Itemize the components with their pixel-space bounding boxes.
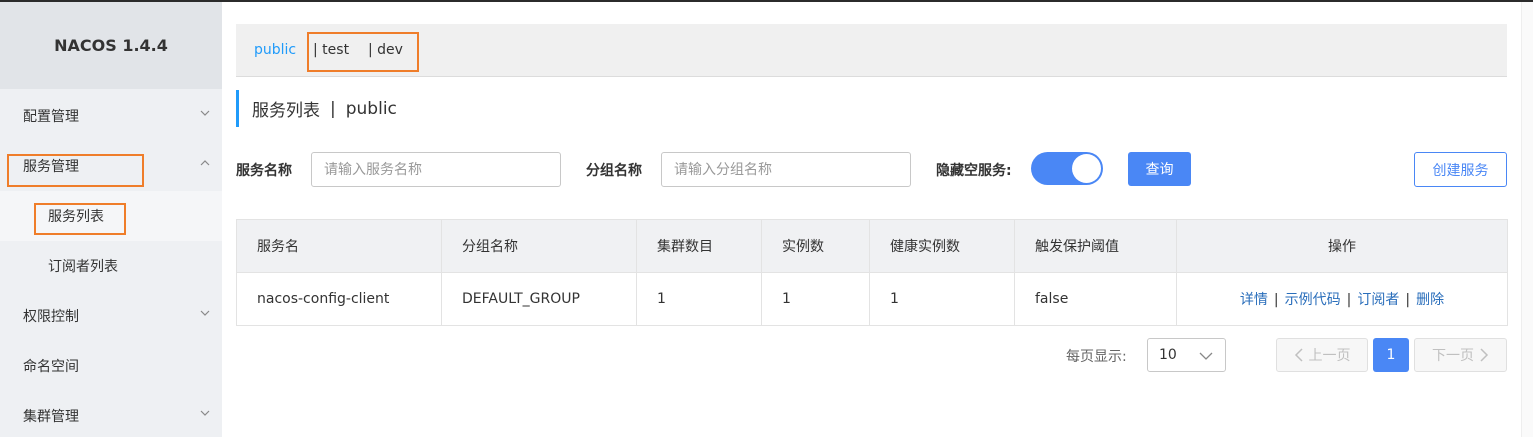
create-service-button[interactable]: 创建服务 — [1414, 152, 1507, 187]
service-name-input[interactable] — [311, 152, 561, 187]
highlight-box-namespaces — [307, 32, 419, 72]
highlight-box-service-list — [34, 203, 126, 235]
sidebar-item-config[interactable]: 配置管理 — [0, 91, 222, 141]
main-content: public | test | dev 服务列表 | public 服务名称 分… — [222, 2, 1533, 437]
chevron-down-icon — [1199, 352, 1213, 360]
prev-page-button[interactable]: 上一页 — [1276, 338, 1368, 372]
highlight-box-service-menu — [7, 154, 144, 187]
sidebar-subitem-label: 订阅者列表 — [48, 259, 118, 275]
next-page-button[interactable]: 下一页 — [1414, 338, 1507, 372]
page-title-namespace: public — [345, 98, 397, 119]
op-separator: | — [1405, 292, 1411, 308]
sidebar-item-label: 命名空间 — [23, 359, 79, 375]
op-separator: | — [1346, 292, 1352, 308]
header-group-name: 分组名称 — [441, 219, 637, 273]
group-name-input[interactable] — [661, 152, 911, 187]
per-page-select[interactable]: 10 — [1147, 338, 1226, 372]
namespace-bar: public | test | dev — [236, 24, 1507, 77]
sample-code-link[interactable]: 示例代码 — [1285, 292, 1341, 308]
header-service-name: 服务名 — [236, 219, 442, 273]
sidebar: NACOS 1.4.4 配置管理 服务管理 服务列表 订阅者列表 权限控制 命名… — [0, 2, 222, 437]
subscriber-link[interactable]: 订阅者 — [1357, 292, 1399, 308]
hide-empty-toggle[interactable] — [1031, 152, 1103, 185]
table-header-row: 服务名 分组名称 集群数目 实例数 健康实例数 触发保护阈值 操作 — [236, 219, 1508, 273]
header-operations: 操作 — [1176, 219, 1508, 273]
sidebar-item-label: 集群管理 — [23, 409, 79, 425]
op-separator: | — [1273, 292, 1279, 308]
sidebar-item-label: 权限控制 — [23, 309, 79, 325]
chevron-down-icon — [200, 110, 210, 116]
chevron-down-icon — [200, 410, 210, 416]
per-page-value: 10 — [1159, 347, 1177, 363]
cell-operations: 详情 | 示例代码 | 订阅者 | 删除 — [1176, 272, 1508, 326]
query-button[interactable]: 查询 — [1128, 152, 1191, 186]
chevron-right-icon — [1480, 348, 1489, 362]
header-healthy-count: 健康实例数 — [869, 219, 1015, 273]
cell-threshold: false — [1014, 272, 1177, 326]
detail-link[interactable]: 详情 — [1240, 292, 1268, 308]
scrollbar[interactable] — [1521, 2, 1533, 437]
header-threshold: 触发保护阈值 — [1014, 219, 1177, 273]
sidebar-item-auth[interactable]: 权限控制 — [0, 291, 222, 341]
cell-service-name: nacos-config-client — [236, 272, 442, 326]
service-name-label: 服务名称 — [236, 163, 292, 179]
cell-instance-count: 1 — [761, 272, 870, 326]
group-name-label: 分组名称 — [586, 163, 642, 179]
next-page-label: 下一页 — [1432, 348, 1474, 364]
page-number-current[interactable]: 1 — [1373, 338, 1409, 372]
toggle-knob — [1072, 154, 1101, 183]
cell-cluster-count: 1 — [636, 272, 762, 326]
service-table: 服务名 分组名称 集群数目 实例数 健康实例数 触发保护阈值 操作 nacos-… — [236, 219, 1508, 326]
hide-empty-label: 隐藏空服务: — [936, 163, 1012, 179]
page-title-text: 服务列表 — [252, 101, 320, 121]
header-instance-count: 实例数 — [761, 219, 870, 273]
chevron-up-icon — [200, 160, 210, 166]
per-page-label: 每页显示: — [1066, 349, 1127, 365]
chevron-down-icon — [200, 310, 210, 316]
prev-page-label: 上一页 — [1308, 348, 1351, 364]
sidebar-subitem-subscribers[interactable]: 订阅者列表 — [0, 241, 222, 291]
chevron-left-icon — [1294, 348, 1303, 362]
brand-logo: NACOS 1.4.4 — [0, 2, 222, 89]
sidebar-item-namespace[interactable]: 命名空间 — [0, 341, 222, 391]
page-title-separator: | — [330, 98, 336, 119]
header-cluster-count: 集群数目 — [636, 219, 762, 273]
table-row: nacos-config-client DEFAULT_GROUP 1 1 1 … — [236, 272, 1508, 326]
delete-link[interactable]: 删除 — [1416, 292, 1444, 308]
cell-group-name: DEFAULT_GROUP — [441, 272, 637, 326]
sidebar-item-cluster[interactable]: 集群管理 — [0, 391, 222, 441]
cell-healthy-count: 1 — [869, 272, 1015, 326]
page-title: 服务列表 | public — [236, 90, 397, 127]
sidebar-item-label: 配置管理 — [23, 109, 79, 125]
namespace-public[interactable]: public — [254, 42, 296, 58]
